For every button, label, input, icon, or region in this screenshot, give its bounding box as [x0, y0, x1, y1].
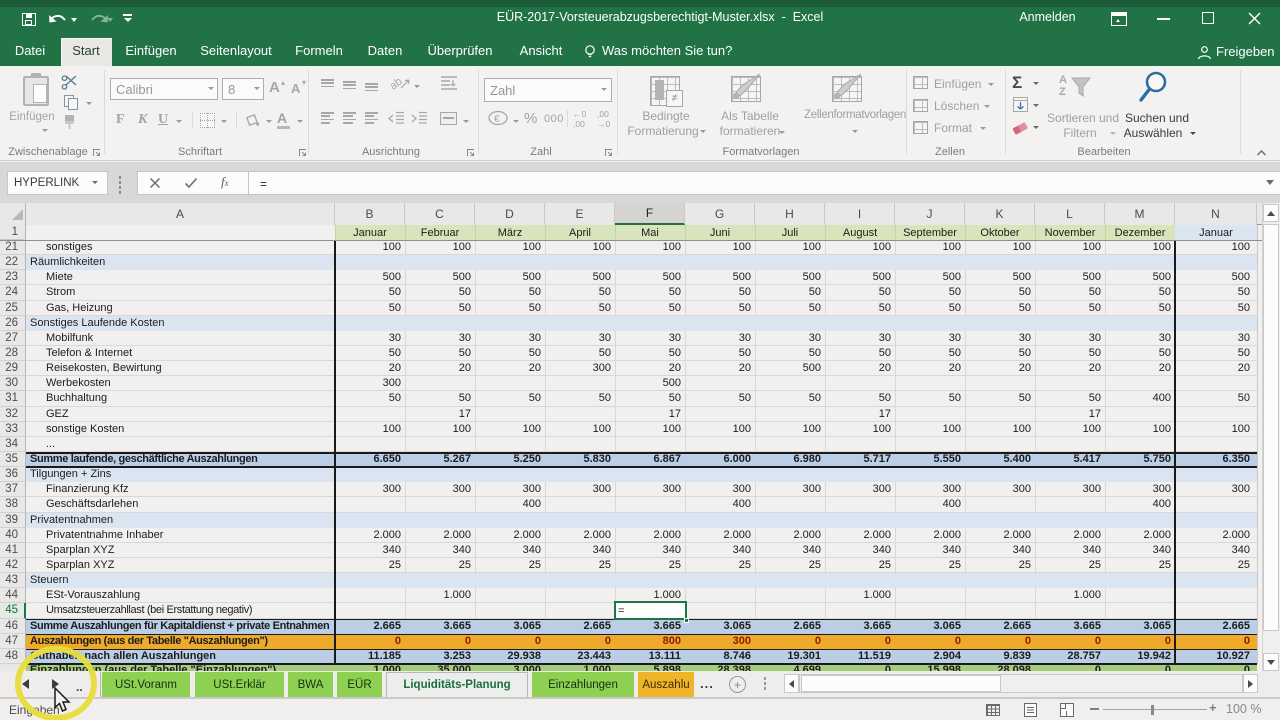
- svg-text:€: €: [494, 114, 500, 125]
